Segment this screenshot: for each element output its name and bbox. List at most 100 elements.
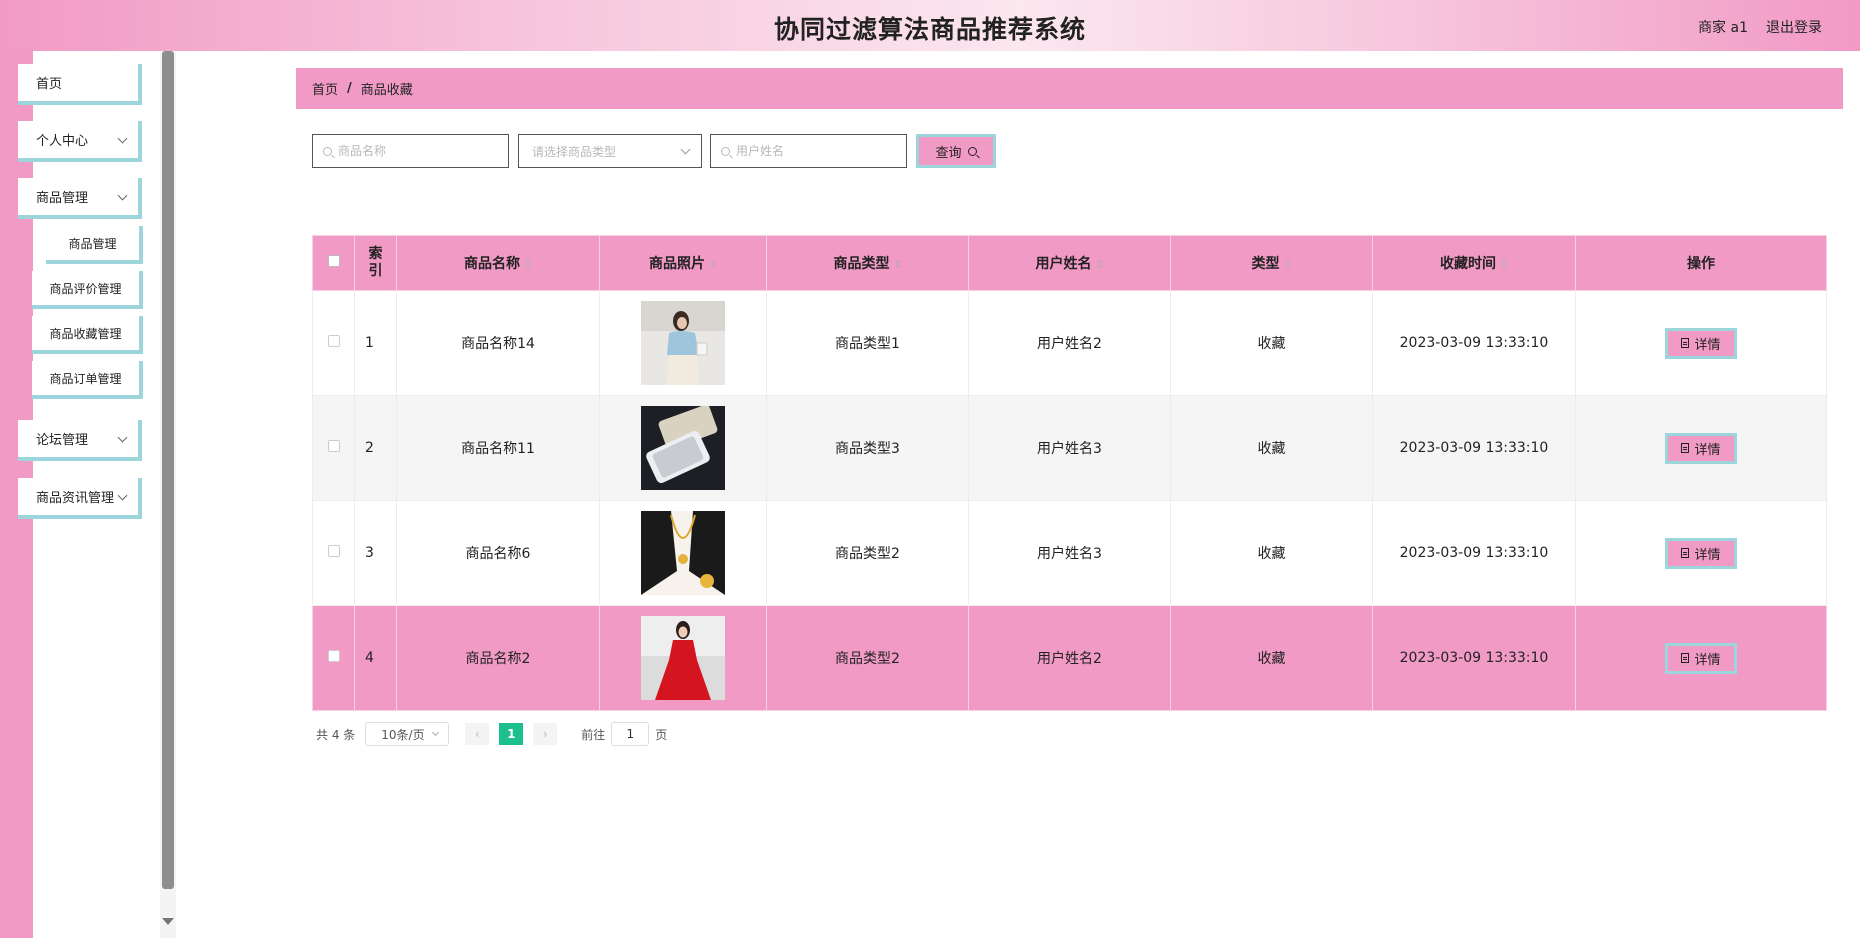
sidebar-subitem-favorites-management[interactable]: 商品收藏管理 [32,316,143,354]
header-label: 用户姓名 [1035,256,1092,272]
sort-icon[interactable] [1284,258,1292,270]
table-row[interactable]: 1 商品名称14 商品类型1 用户姓名2 收藏 2023-03-09 13:33… [312,290,1827,396]
row-favorite-time: 2023-03-09 13:33:10 [1372,605,1576,711]
header-kind[interactable]: 类型 [1170,235,1373,291]
breadcrumb-home[interactable]: 首页 [312,79,338,98]
header-index: 索引 [354,235,397,291]
header-label: 操作 [1687,256,1715,272]
user-name-search[interactable] [710,134,907,168]
header-label: 商品名称 [464,256,520,272]
product-photo-red-dress [641,616,725,700]
select-all-checkbox[interactable] [327,255,340,267]
row-product-name: 商品名称11 [396,395,600,501]
sidebar-item-personal-center[interactable]: 个人中心 [18,121,142,162]
sort-icon[interactable] [524,258,532,270]
row-checkbox-cell[interactable] [312,395,355,501]
row-kind: 收藏 [1170,500,1373,606]
product-type-select[interactable]: 请选择商品类型 [518,134,702,168]
header-product-type[interactable]: 商品类型 [766,235,969,291]
query-button-label: 查询 [935,145,962,161]
table-row[interactable]: 4 商品名称2 商品类型2 用户姓名2 收藏 2023-03-09 13:33:… [312,605,1827,711]
row-index: 4 [354,605,397,711]
row-checkbox-cell[interactable] [312,500,355,606]
row-checkbox-cell[interactable] [312,605,355,711]
header-label: 收藏时间 [1440,256,1496,272]
sort-icon[interactable] [1096,258,1104,270]
row-checkbox[interactable] [327,440,340,452]
query-button[interactable]: 查询 [916,134,996,168]
document-icon [1681,548,1690,558]
sidebar-subitem-product-management[interactable]: 商品管理 [46,226,143,264]
row-kind: 收藏 [1170,605,1373,711]
sort-icon[interactable] [1500,258,1508,270]
row-product-type: 商品类型2 [766,500,969,606]
row-checkbox-cell[interactable] [312,290,355,396]
sidebar-item-label: 首页 [36,77,63,92]
sidebar-subitem-label: 商品订单管理 [49,371,122,386]
detail-button[interactable]: 详情 [1665,327,1737,359]
row-index: 2 [354,395,397,501]
sidebar-item-forum-management[interactable]: 论坛管理 [18,420,142,461]
sidebar-item-product-management[interactable]: 商品管理 [18,178,142,219]
sidebar-subitem-order-management[interactable]: 商品订单管理 [32,361,143,399]
product-photo-necklace [641,511,725,595]
sidebar-item-news-management[interactable]: 商品资讯管理 [18,478,142,519]
sort-icon[interactable] [894,258,902,270]
page-number-active[interactable]: 1 [499,723,524,745]
detail-button[interactable]: 详情 [1665,537,1737,569]
sidebar-item-label: 商品资讯管理 [36,491,115,506]
goto-label: 前往 [581,727,606,742]
product-name-search[interactable] [312,134,509,168]
sidebar-subitem-review-management[interactable]: 商品评价管理 [32,271,143,309]
row-product-name: 商品名称6 [396,500,600,606]
detail-button-label: 详情 [1694,652,1721,668]
sidebar-item-home[interactable]: 首页 [18,64,142,105]
chevron-down-icon [117,432,128,443]
header-user-name[interactable]: 用户姓名 [968,235,1171,291]
search-icon [721,146,730,156]
sidebar-subitem-label: 商品收藏管理 [49,326,122,341]
table-row[interactable]: 3 商品名称6 商品类型2 用户姓名3 收藏 2023-03-09 13:33:… [312,500,1827,606]
header-favorite-time[interactable]: 收藏时间 [1372,235,1576,291]
header-action: 操作 [1575,235,1827,291]
detail-button[interactable]: 详情 [1665,642,1737,674]
prev-page-button[interactable]: ‹ [465,723,490,745]
row-product-type: 商品类型2 [766,605,969,711]
page-suffix-label: 页 [655,727,668,742]
sidebar-subitem-label: 商品管理 [68,236,117,251]
scrollbar-thumb[interactable] [162,51,174,889]
sidebar-item-label: 论坛管理 [36,433,89,448]
row-index: 1 [354,290,397,396]
table-row[interactable]: 2 商品名称11 商品类型3 用户姓名3 收藏 2023-03-09 13:33… [312,395,1827,501]
row-checkbox[interactable] [327,545,340,557]
goto-page-input[interactable]: 1 [611,722,650,746]
product-name-input[interactable] [338,144,488,158]
user-name-input[interactable] [736,144,886,158]
next-page-button[interactable]: › [533,723,558,745]
top-header: 协同过滤算法商品推荐系统 商家 a1 退出登录 [0,0,1860,51]
row-action-cell: 详情 [1575,290,1827,396]
row-photo-cell [599,290,767,396]
row-index: 3 [354,500,397,606]
row-user-name: 用户姓名3 [968,500,1171,606]
app-title: 协同过滤算法商品推荐系统 [773,15,1086,44]
row-action-cell: 详情 [1575,605,1827,711]
page-size-select[interactable]: 10条/页 [365,722,450,746]
header-label: 类型 [1251,256,1280,272]
select-all-cell[interactable] [312,235,355,291]
row-photo-cell [599,395,767,501]
header-product-name[interactable]: 商品名称 [396,235,600,291]
scroll-down-icon[interactable] [162,918,174,925]
logout-link[interactable]: 退出登录 [1766,17,1822,37]
row-checkbox[interactable] [327,335,340,347]
header-product-photo[interactable]: 商品照片 [599,235,767,291]
detail-button[interactable]: 详情 [1665,432,1737,464]
row-product-name: 商品名称2 [396,605,600,711]
sort-icon[interactable] [709,258,717,270]
row-checkbox[interactable] [327,650,340,662]
header-label: 商品照片 [649,256,705,272]
row-action-cell: 详情 [1575,500,1827,606]
header-index-label: 索引 [368,246,383,279]
table-header-row: 索引 商品名称 商品照片 商品类型 用户姓名 类型 收藏时间 操作 [312,235,1827,291]
search-icon [967,146,977,156]
